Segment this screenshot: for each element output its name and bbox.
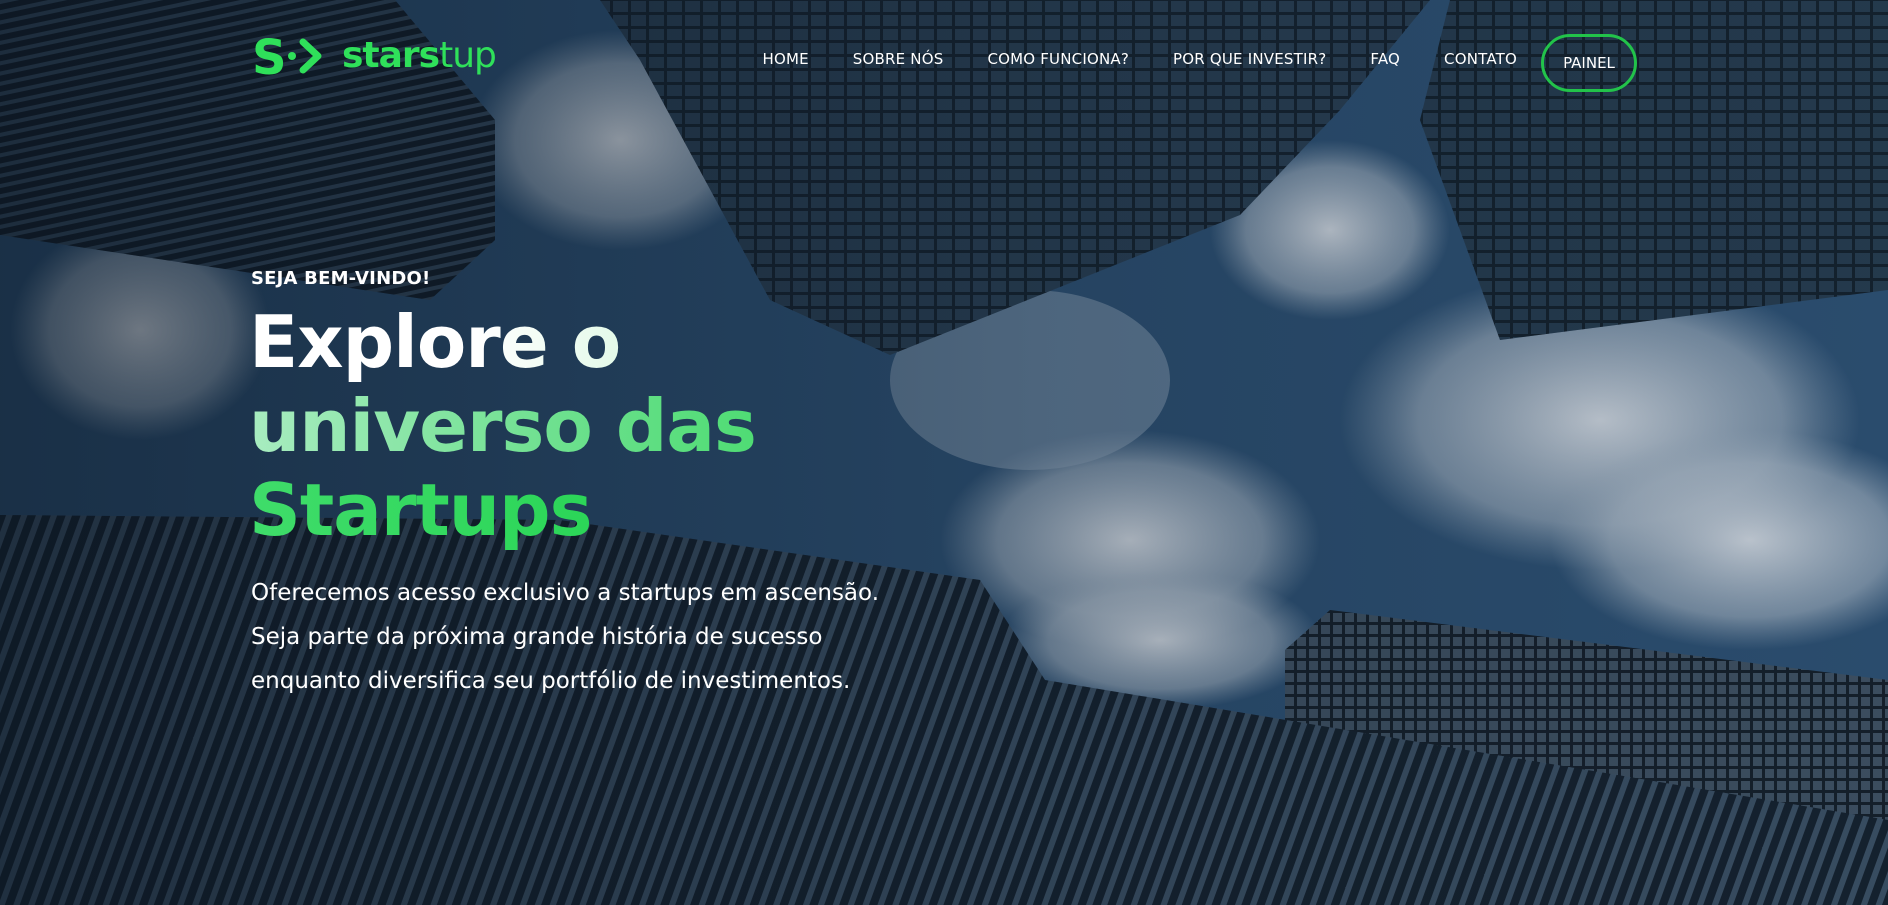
hero-description-line-2: Seja parte da próxima grande história de…	[251, 624, 823, 650]
nav-item-contato[interactable]: CONTATO	[1444, 50, 1517, 68]
nav-item-faq[interactable]: FAQ	[1370, 50, 1400, 68]
hero-description-line-1: Oferecemos acesso exclusivo a startups e…	[251, 580, 880, 606]
brand-name: starstup	[342, 35, 497, 76]
nav-item-home[interactable]: HOME	[762, 50, 808, 68]
hero-headline: Explore o universo das Startups	[249, 300, 757, 552]
nav-item-como-funciona[interactable]: COMO FUNCIONA?	[987, 50, 1129, 68]
nav-item-por-que-investir[interactable]: POR QUE INVESTIR?	[1173, 50, 1326, 68]
main-nav: HOME SOBRE NÓS COMO FUNCIONA? POR QUE IN…	[762, 26, 1637, 92]
brand-logo[interactable]: S starstup	[252, 30, 497, 82]
nav-item-sobre-nos[interactable]: SOBRE NÓS	[853, 50, 944, 68]
hero-description-line-3: enquanto diversifica seu portfólio de in…	[251, 668, 851, 694]
hero-headline-line-1: Explore o	[249, 300, 756, 384]
brand-name-light: tup	[439, 35, 497, 76]
hero-description: Oferecemos acesso exclusivo a startups e…	[251, 571, 951, 703]
s-arrow-logo-icon: S	[252, 30, 328, 82]
svg-text:S: S	[252, 30, 287, 82]
hero-headline-line-2: universo das	[249, 384, 757, 468]
brand-name-bold: stars	[342, 35, 440, 76]
painel-button[interactable]: PAINEL	[1541, 34, 1637, 92]
hero-section: S starstup HOME SOBRE NÓS COMO FUNCIONA?…	[0, 0, 1888, 905]
hero-eyebrow: SEJA BEM-VINDO!	[251, 268, 431, 289]
hero-headline-line-3: Startups	[249, 468, 756, 552]
